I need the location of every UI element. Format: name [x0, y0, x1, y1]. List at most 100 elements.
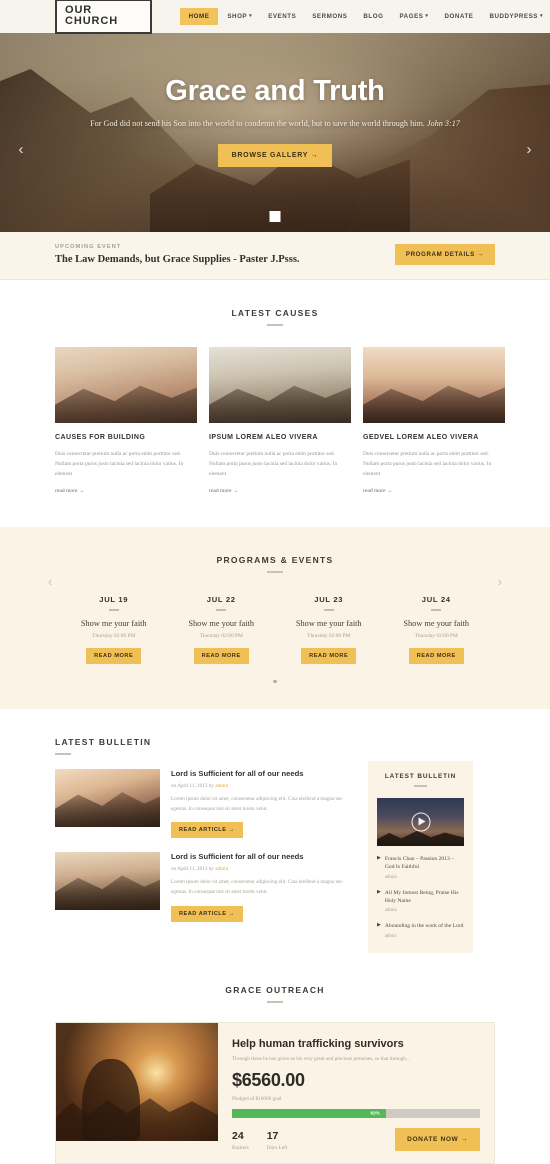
- nav-item-pages[interactable]: PAGES ▾: [392, 9, 435, 24]
- nav-label-events: EVENTS: [268, 13, 297, 20]
- thumbnail-shape: [55, 792, 160, 828]
- program-time: Thursday 02:00 PM: [92, 632, 136, 639]
- cause-card[interactable]: GEDVEL LOREM ALEO VIVERA Duis consectetu…: [363, 347, 505, 497]
- programs-prev-arrow-icon[interactable]: ‹: [48, 574, 52, 589]
- cause-text: Duis consectetur pretium nulla ac porta …: [55, 451, 184, 477]
- cause-card[interactable]: CAUSES FOR BUILDING Duis consectetur pre…: [55, 347, 197, 497]
- program-card[interactable]: JUL 19 Show me your faith Thursday 02:00…: [60, 595, 168, 664]
- program-name: Show me your faith: [80, 618, 147, 628]
- read-article-button[interactable]: READ ARTICLE →: [171, 905, 243, 922]
- program-divider: [216, 609, 227, 611]
- outreach-campaign-title: Help human trafficking survivors: [232, 1037, 404, 1050]
- bulletin-post-excerpt: Lorem ipsum dolor sit amet, consectetur …: [171, 796, 343, 812]
- progress-bar-percent-label: 62%: [370, 1110, 380, 1116]
- bulletin-post[interactable]: Lord is Sufficient for all of our needs …: [55, 852, 355, 922]
- bulletin-post[interactable]: Lord is Sufficient for all of our needs …: [55, 769, 355, 839]
- program-date: JUL 24: [421, 595, 451, 604]
- program-read-more-button[interactable]: READ MORE: [301, 647, 357, 664]
- program-card[interactable]: JUL 22 Show me your faith Thursday 02:00…: [168, 595, 276, 664]
- read-article-button[interactable]: READ ARTICLE →: [171, 822, 243, 839]
- nav-item-blog[interactable]: BLOG: [356, 9, 390, 24]
- hero-title: Grace and Truth: [165, 75, 385, 107]
- grace-outreach-heading: GRACE OUTREACH: [225, 984, 325, 995]
- cause-thumbnail[interactable]: [209, 347, 351, 423]
- widget-item-body: Francis Chan – Passion 2013 – God Is Fai…: [385, 855, 464, 880]
- widget-item-link[interactable]: All My Inmost Being, Praise His Holy Nam…: [385, 889, 464, 906]
- cause-thumbnail[interactable]: [363, 347, 505, 423]
- triangle-bullet-icon: ▶: [377, 922, 381, 929]
- widget-list-item[interactable]: ▶ All My Inmost Being, Praise His Holy N…: [377, 889, 464, 914]
- program-card[interactable]: JUL 23 Show me your faith Thursday 02:00…: [275, 595, 383, 664]
- browse-gallery-button[interactable]: BROWSE GALLERY →: [217, 144, 333, 167]
- programs-list: JUL 19 Show me your faith Thursday 02:00…: [0, 573, 550, 664]
- bulletin-post-title[interactable]: Lord is Sufficient for all of our needs: [171, 769, 355, 778]
- heading-divider: [267, 1000, 283, 1003]
- nav-item-events[interactable]: EVENTS: [261, 9, 303, 24]
- cause-thumbnail-shape: [363, 385, 505, 423]
- outreach-stats: 24 Backers 17 Days Left: [232, 1130, 287, 1151]
- outreach-campaign-image[interactable]: [56, 1022, 218, 1141]
- program-date: JUL 23: [314, 595, 344, 604]
- program-details-button[interactable]: PROGRAM DETAILS →: [394, 244, 495, 265]
- outreach-goal-text: Pledged of $10000 goal: [232, 1095, 282, 1102]
- nav-item-shop[interactable]: SHOP ▾: [220, 9, 259, 24]
- outreach-campaign-body: Help human trafficking survivors Through…: [218, 1023, 494, 1163]
- widget-item-link[interactable]: Abounding in the work of the Lord: [385, 922, 464, 930]
- widget-item-link[interactable]: Francis Chan – Passion 2013 – God Is Fai…: [385, 855, 464, 872]
- image-silhouette-shape: [82, 1058, 140, 1141]
- nav-label-blog: BLOG: [363, 13, 384, 20]
- nav-item-sermons[interactable]: SERMONS: [305, 9, 354, 24]
- program-read-more-button[interactable]: READ MORE: [86, 647, 142, 664]
- nav-item-buddypress[interactable]: BUDDYPRESS ▾: [482, 9, 550, 24]
- bulletin-post-date: on April 11, 2013 by: [171, 866, 216, 873]
- bulletin-post-author[interactable]: admin: [215, 866, 228, 872]
- bulletin-post-title[interactable]: Lord is Sufficient for all of our needs: [171, 852, 355, 861]
- cause-read-more-link[interactable]: read more →: [55, 488, 85, 494]
- programs-next-arrow-icon[interactable]: ›: [498, 574, 502, 589]
- cause-thumbnail[interactable]: [55, 347, 197, 423]
- bulletin-post-body: Lord is Sufficient for all of our needs …: [171, 769, 355, 839]
- hero-slider: ‹ › Grace and Truth For God did not send…: [0, 33, 550, 232]
- heading-divider: [414, 785, 427, 787]
- program-card[interactable]: JUL 24 Show me your faith Thursday 02:00…: [383, 595, 491, 664]
- widget-list-item[interactable]: ▶ Francis Chan – Passion 2013 – God Is F…: [377, 855, 464, 880]
- widget-item-author: admin: [384, 874, 397, 880]
- hero-slider-dot[interactable]: [269, 211, 281, 222]
- programs-events-section: PROGRAMS & EVENTS ‹ › JUL 19 Show me you…: [0, 527, 550, 710]
- nav-item-home[interactable]: HOME: [179, 8, 219, 25]
- latest-bulletin-header: LATEST BULLETIN: [55, 709, 495, 756]
- backers-count: 24: [232, 1129, 244, 1142]
- play-icon[interactable]: [411, 812, 430, 832]
- program-time: Thursday 02:00 PM: [414, 632, 458, 639]
- program-time: Thursday 02:00 PM: [307, 632, 351, 639]
- cause-read-more-link[interactable]: read more →: [363, 488, 393, 494]
- hero-next-arrow-icon[interactable]: ›: [520, 141, 538, 159]
- site-logo[interactable]: OUR CHURCH: [55, 0, 152, 34]
- widget-list-item[interactable]: ▶ Abounding in the work of the Lord admi…: [377, 922, 464, 938]
- program-name: Show me your faith: [188, 618, 255, 628]
- latest-bulletin-widget: LATEST BULLETIN ▶ Francis Chan – Passion…: [368, 761, 473, 953]
- outreach-campaign-card: Help human trafficking survivors Through…: [55, 1021, 495, 1164]
- bulletin-post-author[interactable]: admin: [215, 783, 228, 789]
- latest-causes-heading: LATEST CAUSES: [231, 308, 319, 318]
- bulletin-post-thumbnail[interactable]: [55, 852, 160, 911]
- video-thumbnail[interactable]: [377, 797, 464, 846]
- outreach-pledged-amount: $6560.00: [232, 1069, 305, 1090]
- bulletin-post-meta: on April 11, 2013 by admin: [171, 866, 355, 872]
- nav-label-pages: PAGES: [399, 13, 424, 20]
- hero-subtitle: For God did not send his Son into the wo…: [0, 119, 550, 128]
- cause-read-more-link[interactable]: read more →: [209, 488, 239, 494]
- hero-prev-arrow-icon[interactable]: ‹: [12, 141, 30, 159]
- programs-slider-dot[interactable]: [273, 679, 277, 684]
- bulletin-post-body: Lord is Sufficient for all of our needs …: [171, 852, 355, 922]
- nav-item-donate[interactable]: DONATE: [437, 9, 480, 24]
- donate-now-button[interactable]: DONATE NOW →: [395, 1127, 480, 1151]
- chevron-down-icon: ▾: [249, 13, 253, 20]
- program-read-more-button[interactable]: READ MORE: [193, 647, 249, 664]
- bulletin-post-thumbnail[interactable]: [55, 769, 160, 828]
- thumbnail-shape: [55, 875, 160, 911]
- cause-card[interactable]: IPSUM LOREM ALEO VIVERA Duis consectetur…: [209, 347, 351, 497]
- program-date: JUL 22: [206, 595, 236, 604]
- bulletin-post-date: on April 11, 2013 by: [171, 783, 216, 790]
- program-read-more-button[interactable]: READ MORE: [408, 647, 464, 664]
